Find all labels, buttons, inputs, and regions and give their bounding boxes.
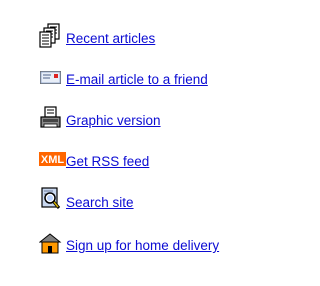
xml-badge-text: XML xyxy=(41,154,65,166)
documents-icon xyxy=(39,23,63,49)
graphic-version-link[interactable]: Graphic version xyxy=(66,113,161,129)
recent-articles-link[interactable]: Recent articles xyxy=(66,31,155,47)
search-site-link[interactable]: Search site xyxy=(66,195,134,211)
email-article-link[interactable]: E-mail article to a friend xyxy=(66,72,208,88)
house-icon xyxy=(39,230,63,256)
xml-feed-icon: XML xyxy=(39,146,66,172)
rss-feed-link[interactable]: Get RSS feed xyxy=(66,154,149,170)
home-delivery-link[interactable]: Sign up for home delivery xyxy=(66,238,219,254)
email-card-icon xyxy=(39,64,63,90)
search-document-icon xyxy=(39,187,63,213)
printer-icon xyxy=(39,105,63,131)
article-tools-list: Recent articles E-mail article to a frie… xyxy=(0,0,280,286)
